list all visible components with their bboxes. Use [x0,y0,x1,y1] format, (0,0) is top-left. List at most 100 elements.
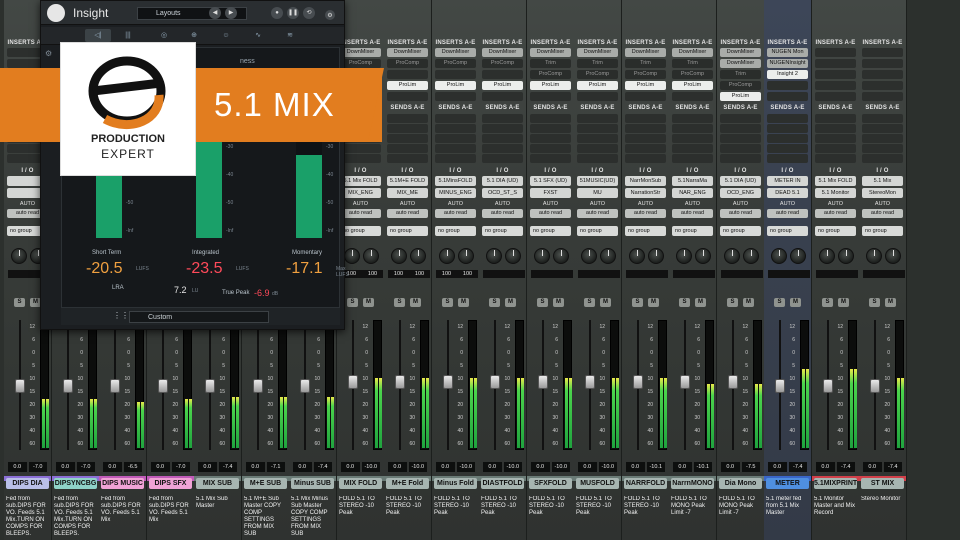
send-slot-empty[interactable] [435,144,476,153]
send-slot-empty[interactable] [815,144,856,153]
send-slot-empty[interactable] [435,114,476,123]
track-name[interactable]: DIPS DIA [6,478,49,489]
input-selector[interactable]: METER IN [767,176,808,186]
pan-knob[interactable] [486,248,502,264]
settings-gear-icon[interactable]: ⚙ [325,10,335,20]
automation-mode-dropdown[interactable]: auto read [672,209,713,218]
automation-mode-dropdown[interactable]: auto read [530,209,571,218]
send-slot-empty[interactable] [720,144,761,153]
insert-slot[interactable]: ProLim [482,81,523,90]
automation-mode-dropdown[interactable]: auto read [435,209,476,218]
solo-button[interactable]: S [14,298,25,307]
pan-knob[interactable] [553,248,569,264]
insert-slot[interactable]: ProComp [672,70,713,79]
input-selector[interactable]: 51MUSIC(UD) [577,176,618,186]
insert-slot[interactable]: DownMixer [577,48,618,57]
insert-slot[interactable]: DownMixer [387,48,428,57]
insert-slot[interactable]: DownMixer [720,48,761,57]
group-dropdown[interactable]: no group [720,226,761,236]
group-dropdown[interactable]: no group [815,226,856,236]
mute-button[interactable]: M [790,298,801,307]
send-slot-empty[interactable] [815,124,856,133]
pan-knob[interactable] [600,248,616,264]
pan-knob[interactable] [410,248,426,264]
pan-knob[interactable] [344,248,360,264]
send-slot-empty[interactable] [767,134,808,143]
pan-knob[interactable] [505,248,521,264]
insert-slot[interactable]: Insight 2 [767,70,808,79]
output-selector[interactable]: DEAD 5.1 [767,188,808,198]
send-slot-empty[interactable] [530,124,571,133]
send-slot-empty[interactable] [625,154,666,163]
insert-slot-empty[interactable] [482,92,523,101]
track-comment[interactable]: 5.1 M+E Sub Master COPY COMP SETTINGS FR… [244,496,287,540]
track-comment[interactable]: 5.1 meter fed from 5.1 Mix Master [766,496,809,540]
pan-knob[interactable] [866,248,882,264]
fader-cap[interactable] [110,379,120,393]
track-comment[interactable]: FOLD 5.1 TO STEREO -10 Peak [386,496,429,540]
send-slot-empty[interactable] [577,134,618,143]
insert-slot-empty[interactable] [862,70,903,79]
pan-knob[interactable] [534,248,550,264]
send-slot-empty[interactable] [767,144,808,153]
track-name[interactable]: DIASTFOLD [481,478,524,489]
insert-slot[interactable]: DownMixer [625,48,666,57]
insert-slot[interactable]: NUGEN Mon [767,48,808,57]
insert-slot-empty[interactable] [767,81,808,90]
track-comment[interactable]: Fed from sub.DIPS FOR VO. Feeds 5.1 Mix [149,496,192,540]
output-selector[interactable]: OCD_ENG [720,188,761,198]
track-comment[interactable]: 5.1 Monitor Master and Mix Record [814,496,857,540]
send-slot-empty[interactable] [387,134,428,143]
solo-button[interactable]: S [727,298,738,307]
send-slot-empty[interactable] [482,154,523,163]
send-slot-empty[interactable] [625,144,666,153]
insert-slot-empty[interactable] [862,48,903,57]
fader-cap[interactable] [680,375,690,389]
send-slot-empty[interactable] [577,154,618,163]
settings-icon[interactable]: ⚙ [45,49,52,58]
track-name[interactable]: DIPSYNCBG [54,478,97,489]
fader-cap[interactable] [348,375,358,389]
track-comment[interactable]: FOLD 5.1 TO STEREO -10 Peak [339,496,382,540]
input-selector[interactable]: 5.1M+E FOLD [387,176,428,186]
custom-dropdown[interactable]: Custom [129,311,269,323]
send-slot-empty[interactable] [672,154,713,163]
send-slot-empty[interactable] [530,114,571,123]
insert-slot[interactable]: DownMixer [482,48,523,57]
send-slot-empty[interactable] [862,124,903,133]
send-slot-empty[interactable] [672,124,713,133]
input-selector[interactable]: 5.1 Mix [862,176,903,186]
send-slot-empty[interactable] [387,144,428,153]
track-comment[interactable]: FOLD 5.1 TO STEREO -10 Peak [481,496,524,540]
send-slot-empty[interactable] [530,134,571,143]
insert-slot[interactable]: ProComp [435,59,476,68]
solo-button[interactable]: S [347,298,358,307]
insert-slot[interactable]: DownMixer [530,48,571,57]
insert-slot-empty[interactable] [767,92,808,101]
mute-button[interactable]: M [600,298,611,307]
automation-mode-dropdown[interactable]: auto read [482,209,523,218]
track-name[interactable]: M+E SUB [244,478,287,489]
send-slot-empty[interactable] [720,134,761,143]
automation-mode-dropdown[interactable]: auto read [387,209,428,218]
fader-cap[interactable] [775,379,785,393]
pan-knob[interactable] [581,248,597,264]
send-slot-empty[interactable] [577,144,618,153]
track-comment[interactable]: Stereo Monitor [861,496,904,540]
track-name[interactable]: MIX FOLD [339,478,382,489]
track-name[interactable]: METER [766,478,809,489]
insert-slot[interactable]: NUGENInsight [767,59,808,68]
send-slot-empty[interactable] [577,124,618,133]
track-comment[interactable]: FOLD 5.1 TO MONO Peak Limit -7 [671,496,714,540]
pan-knob[interactable] [771,248,787,264]
send-slot-empty[interactable] [482,114,523,123]
input-selector[interactable]: 5.1 Mix FOLD [340,176,381,186]
automation-mode-dropdown[interactable]: auto read [720,209,761,218]
pan-knob[interactable] [629,248,645,264]
pan-knob[interactable] [790,248,806,264]
send-slot-empty[interactable] [672,144,713,153]
send-slot-empty[interactable] [530,154,571,163]
send-slot-empty[interactable] [720,154,761,163]
insert-slot[interactable]: DownMixer [435,48,476,57]
insert-slot-empty[interactable] [435,92,476,101]
